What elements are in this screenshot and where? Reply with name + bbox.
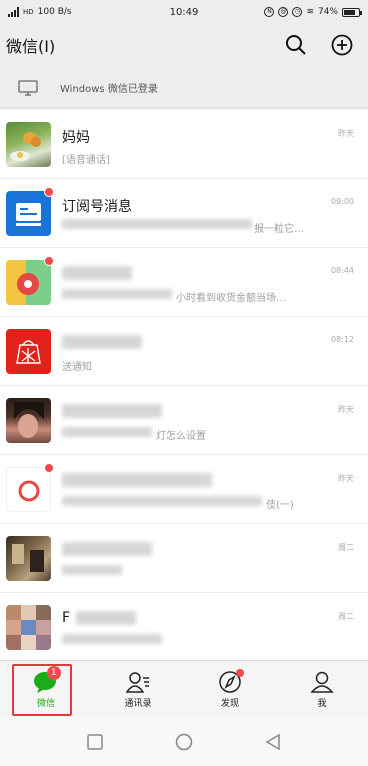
home-icon[interactable] [175, 733, 193, 751]
chat-preview: 伎(一) [266, 500, 294, 511]
person-avatar [6, 398, 51, 443]
app-header: 微信(I) [0, 24, 368, 66]
chat-row[interactable]: F 周二 [0, 593, 368, 660]
clock: 10:49 [169, 6, 199, 18]
chat-name: 妈妈 [62, 130, 90, 146]
battery-icon [342, 7, 362, 17]
chat-preview: [语音通话] [62, 155, 110, 166]
system-nav-bar [0, 717, 368, 766]
chat-time: 08:44 [330, 266, 354, 275]
highlight-box [12, 664, 72, 716]
tab-label: 我 [317, 698, 327, 709]
wifi-icon: ≋ [306, 7, 314, 17]
tab-discover[interactable]: 发现 [184, 661, 276, 717]
chat-row[interactable]: 妈妈 [语音通话] 昨天 [0, 110, 368, 179]
chat-time: 昨天 [338, 474, 354, 483]
blurred-content [62, 289, 172, 299]
blurred-name [62, 473, 212, 487]
tab-label: 通讯录 [124, 698, 152, 709]
blurred-content [62, 565, 122, 575]
subscription-avatar [6, 191, 51, 236]
group-collage-avatar [6, 605, 51, 650]
back-icon[interactable] [264, 733, 282, 751]
pinduoduo-avatar [6, 329, 51, 374]
chat-row[interactable]: 小时看到收货金额当场… 08:44 [0, 248, 368, 317]
chat-time: 昨天 [338, 405, 354, 414]
search-icon[interactable] [284, 33, 308, 57]
chat-row[interactable]: 伎(一) 昨天 [0, 455, 368, 524]
blurred-name [76, 611, 136, 625]
windows-login-text: Windows 微信已登录 [60, 84, 158, 95]
signal-icon [8, 7, 19, 17]
chat-row[interactable]: 周二 [0, 524, 368, 593]
blurred-name [62, 266, 132, 280]
unread-dot [44, 256, 54, 266]
person-icon [310, 671, 334, 693]
chat-list: 妈妈 [语音通话] 昨天 订阅号消息 报一粒它… 09:00 小时看到收货金额当… [0, 110, 368, 660]
chat-time: 昨天 [338, 129, 354, 138]
chat-time: 周二 [338, 543, 354, 552]
chat-preview: 灯怎么设置 [156, 431, 206, 442]
room-photo-avatar [6, 536, 51, 581]
windows-login-bar[interactable]: Windows 微信已登录 [0, 68, 368, 108]
chat-time: 09:00 [330, 197, 354, 206]
net-speed: 100 B/s [37, 7, 72, 17]
unread-dot [44, 187, 54, 197]
chat-preview: 送通知 [62, 362, 92, 373]
status-right: N @ ◷ ≋ 74% [264, 7, 362, 17]
contacts-icon [125, 671, 149, 693]
status-bar: HD 100 B/s 10:49 N @ ◷ ≋ 74% [0, 0, 368, 24]
blurred-content [62, 427, 152, 437]
blurred-content [62, 219, 252, 229]
header-actions [284, 33, 354, 57]
nfc-icon: N [264, 7, 275, 17]
tab-label: 发现 [220, 698, 239, 709]
hotspot-icon: @ [278, 7, 289, 17]
battery-percent: 74% [317, 7, 338, 17]
tab-me[interactable]: 我 [276, 661, 368, 717]
blurred-name [62, 335, 142, 349]
blurred-name [62, 404, 162, 418]
chat-preview: 报一粒它… [254, 224, 304, 235]
chat-row[interactable]: 订阅号消息 报一粒它… 09:00 [0, 179, 368, 248]
butterfly-photo-avatar [6, 122, 51, 167]
chat-name: F [62, 610, 71, 626]
page-title: 微信(I) [6, 37, 56, 56]
chat-time: 周二 [338, 612, 354, 621]
wechat-screen: HD 100 B/s 10:49 N @ ◷ ≋ 74% 微信(I) Windo… [0, 0, 368, 766]
status-left: HD 100 B/s [8, 7, 72, 17]
tab-contacts[interactable]: 通讯录 [92, 661, 184, 717]
service-avatar [6, 467, 51, 512]
blurred-name [62, 542, 152, 556]
recent-apps-icon[interactable] [86, 733, 104, 751]
blurred-content [62, 496, 262, 506]
alarm-icon: ◷ [292, 7, 303, 17]
chat-time: 08:12 [330, 335, 354, 344]
chat-name: 订阅号消息 [62, 199, 132, 215]
app-avatar [6, 260, 51, 305]
chat-row[interactable]: 灯怎么设置 昨天 [0, 386, 368, 455]
unread-dot [44, 463, 54, 473]
monitor-icon [18, 79, 38, 96]
add-icon[interactable] [330, 33, 354, 57]
network-type: HD [23, 8, 34, 16]
blurred-content [62, 634, 162, 644]
chat-row[interactable]: 送通知 08:12 [0, 317, 368, 386]
chat-preview: 小时看到收货金额当场… [176, 293, 286, 304]
new-dot [235, 669, 244, 677]
